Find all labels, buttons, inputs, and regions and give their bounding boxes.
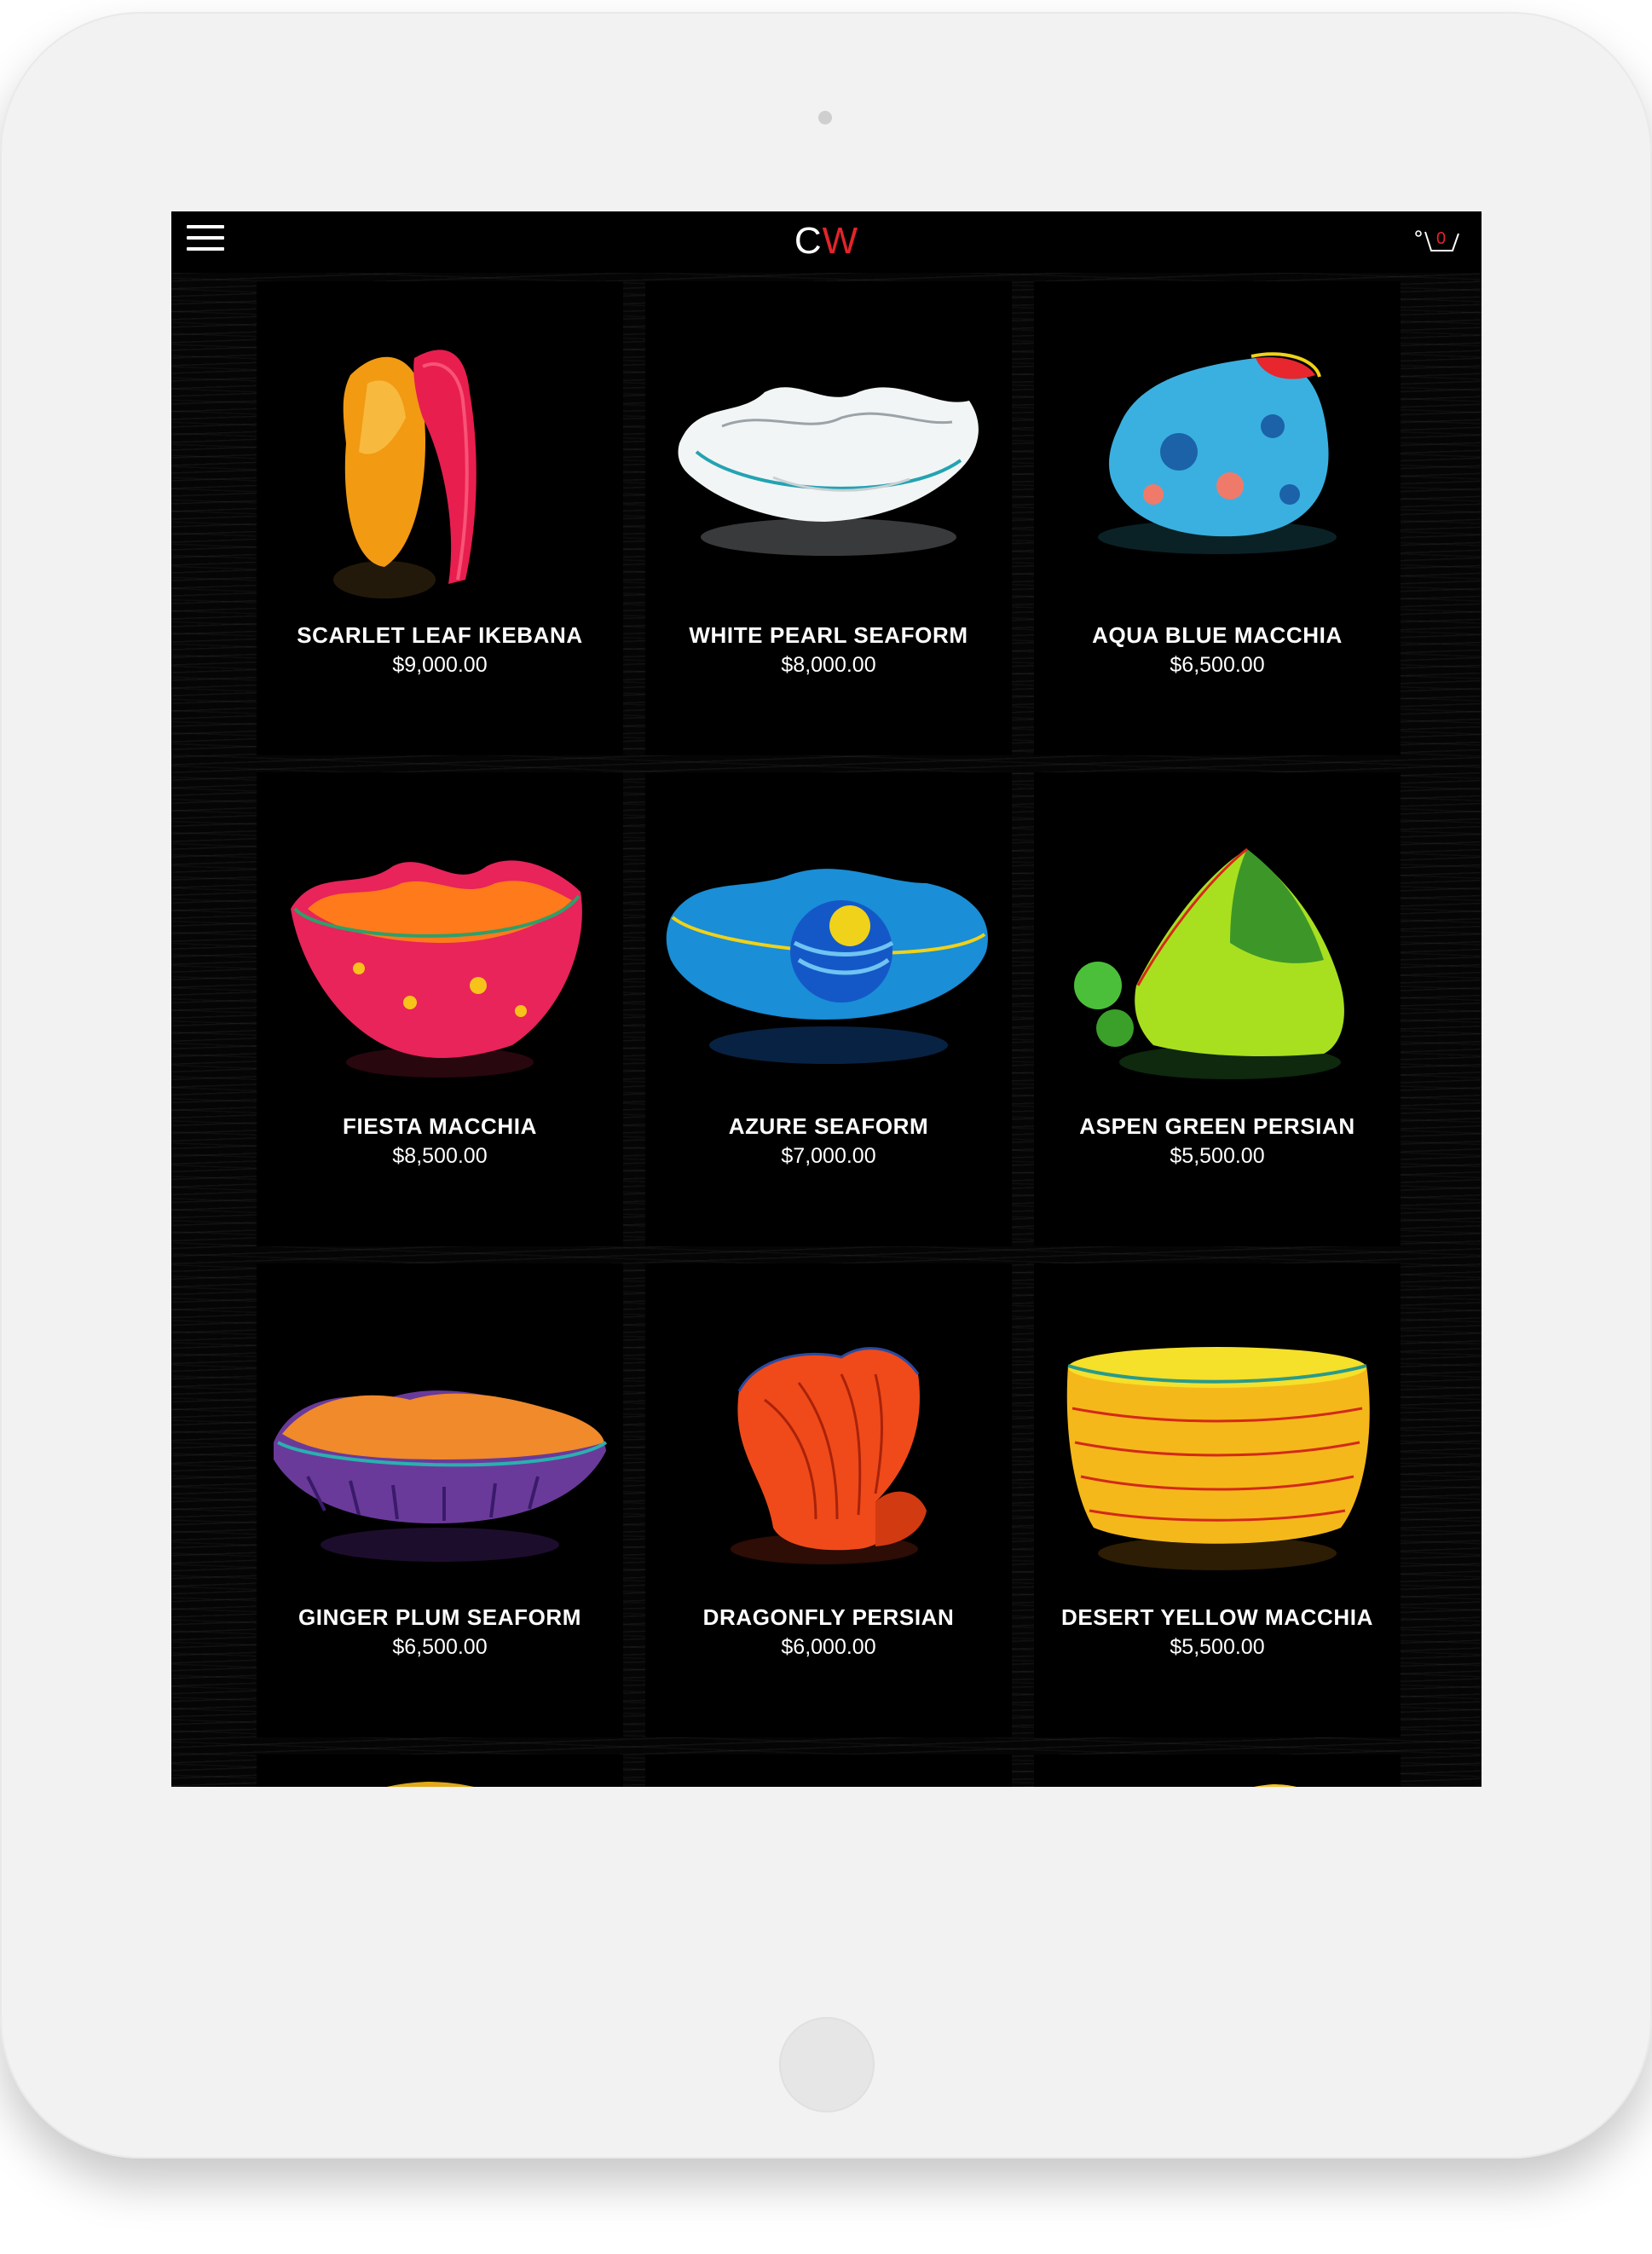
app-screen: CW 0 SCARLET LEAF IKEBANA $9,000.00 WHIT… [171,211,1482,1787]
partial-product-image-green [645,1771,1012,1787]
ginger-plum-seaform-image [274,1390,608,1562]
product-price: $5,500.00 [1170,1144,1265,1168]
product-price: $5,500.00 [1170,1635,1265,1659]
tablet-frame: CW 0 SCARLET LEAF IKEBANA $9,000.00 WHIT… [0,12,1652,2159]
product-card[interactable]: DESERT YELLOW MACCHIA $5,500.00 [1034,1263,1401,1737]
product-name: AQUA BLUE MACCHIA [1092,622,1343,648]
cart-button[interactable]: 0 [1415,230,1464,256]
fiesta-macchia-image [291,860,582,1078]
product-card[interactable]: SCARLET LEAF IKEBANA $9,000.00 [257,281,623,755]
product-card[interactable]: FIESTA MACCHIA $8,500.00 [257,772,623,1246]
brand-logo[interactable]: CW [171,220,1482,263]
product-price: $6,500.00 [392,1635,488,1659]
product-price: $9,000.00 [392,653,488,677]
azure-seaform-image [666,869,988,1064]
product-price: $8,500.00 [392,1144,488,1168]
logo-letter-w: W [822,220,859,262]
product-name: FIESTA MACCHIA [343,1113,537,1139]
partial-product-image-yellow [1254,1784,1297,1787]
product-card[interactable]: ASPEN GREEN PERSIAN $5,500.00 [1034,772,1401,1246]
white-pearl-seaform-image [678,387,979,556]
product-card[interactable] [257,1754,623,1787]
aspen-green-persian-image [1074,847,1344,1079]
product-card[interactable]: WHITE PEARL SEAFORM $8,000.00 [645,281,1012,755]
scarlet-leaf-ikebana-image [333,350,477,598]
product-name: DRAGONFLY PERSIAN [702,1604,955,1630]
home-button[interactable] [779,2017,875,2112]
app-header: CW 0 [171,211,1482,273]
logo-letter-c: C [794,220,823,262]
product-name: WHITE PEARL SEAFORM [689,622,968,648]
product-card[interactable]: AQUA BLUE MACCHIA $6,500.00 [1034,281,1401,755]
product-card[interactable] [1034,1754,1401,1787]
product-name: AZURE SEAFORM [728,1113,929,1139]
product-card[interactable] [645,1754,1012,1787]
product-card[interactable]: DRAGONFLY PERSIAN $6,000.00 [645,1263,1012,1737]
partial-product-image-yellow-red [386,1782,474,1787]
product-card[interactable]: GINGER PLUM SEAFORM $6,500.00 [257,1263,623,1737]
dragonfly-persian-image [731,1347,927,1564]
aqua-blue-macchia-image [1098,352,1337,554]
product-card[interactable]: AZURE SEAFORM $7,000.00 [645,772,1012,1246]
camera-icon [818,111,832,124]
product-price: $6,000.00 [781,1635,876,1659]
product-name: GINGER PLUM SEAFORM [297,1604,582,1630]
product-price: $6,500.00 [1170,653,1265,677]
desert-yellow-macchia-image [1066,1347,1370,1570]
product-name: ASPEN GREEN PERSIAN [1079,1113,1355,1139]
product-price: $7,000.00 [781,1144,876,1168]
cart-count-badge: 0 [1436,229,1447,248]
product-name: DESERT YELLOW MACCHIA [1060,1604,1373,1630]
product-price: $8,000.00 [781,653,876,677]
product-name: SCARLET LEAF IKEBANA [297,622,583,648]
